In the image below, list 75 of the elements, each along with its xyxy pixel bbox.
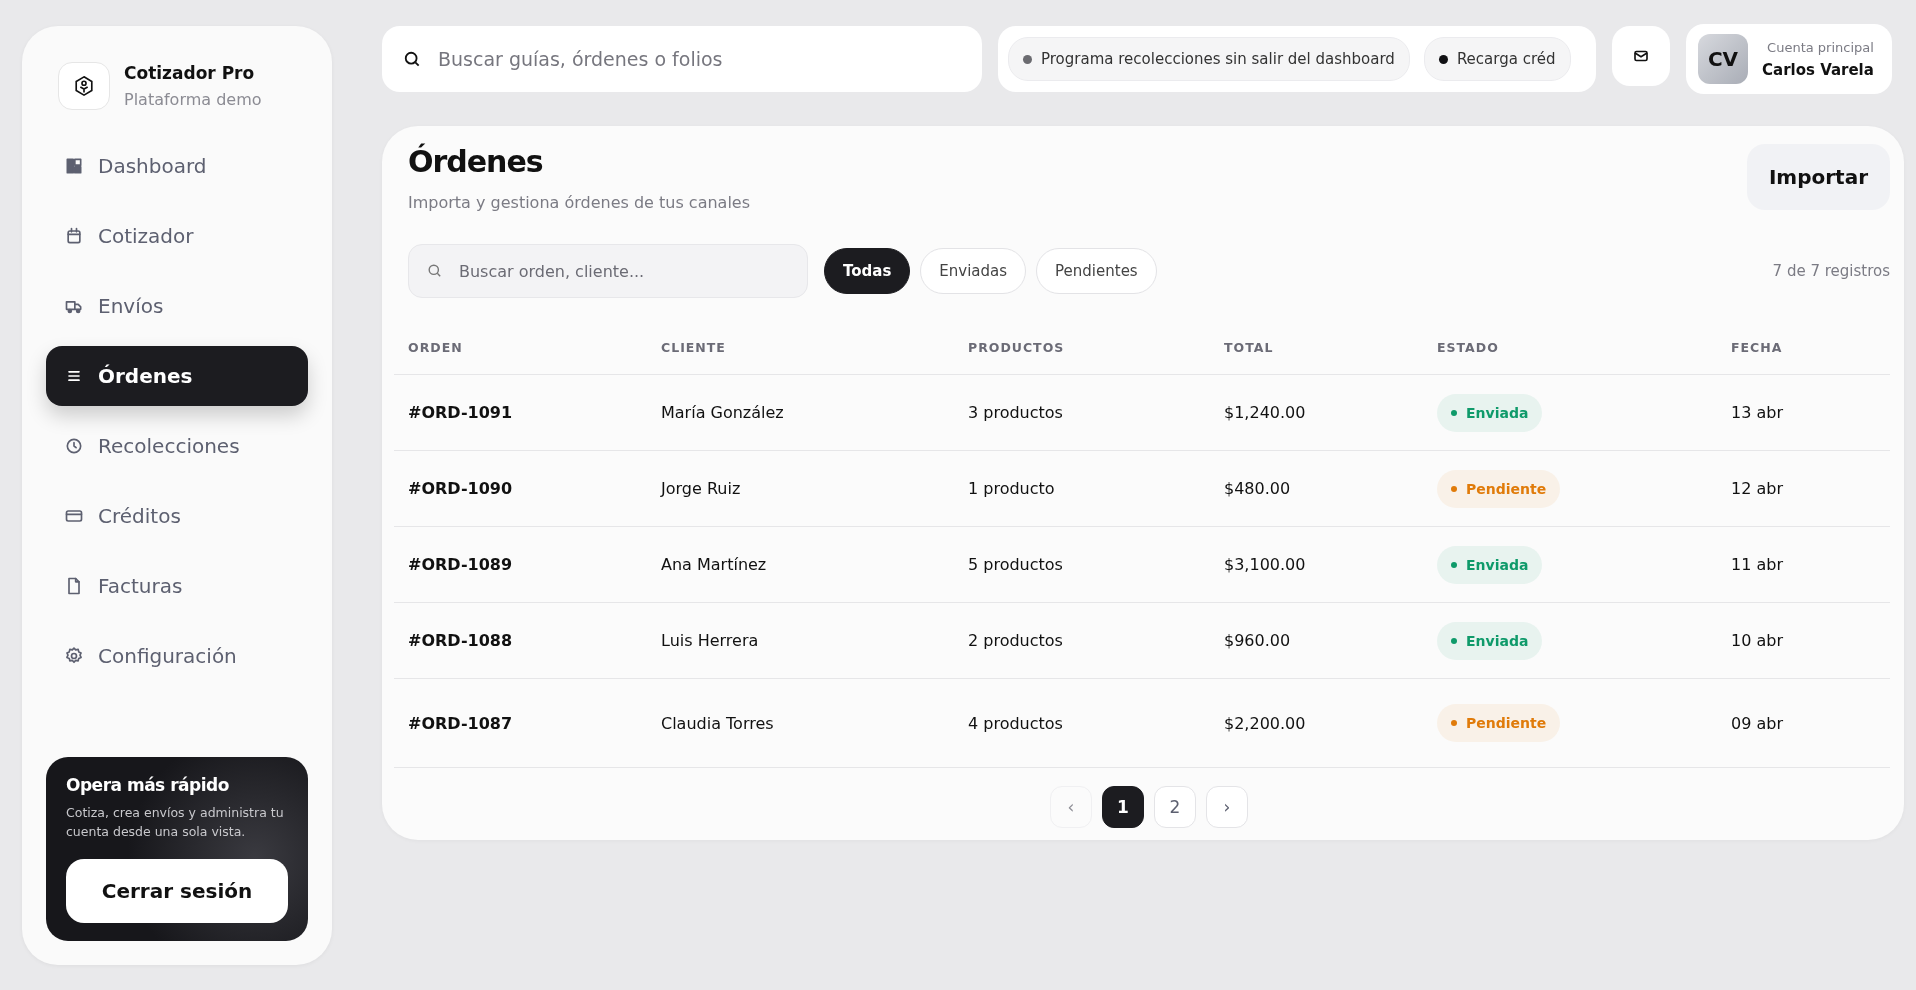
avatar: CV bbox=[1698, 34, 1748, 84]
announcement-text: Recarga créd bbox=[1456, 50, 1556, 68]
table-cell-text: 12 abr bbox=[1731, 479, 1784, 498]
status-badge: Enviada bbox=[1437, 545, 1543, 584]
page-title: Órdenes bbox=[408, 144, 544, 179]
status-badge: Pendiente bbox=[1437, 704, 1561, 742]
table-cell-text: Luis Herrera bbox=[661, 631, 760, 650]
table-cell-text: #ORD-1087 bbox=[408, 713, 514, 733]
filter-chip[interactable]: Pendientes bbox=[1036, 248, 1157, 294]
page-button[interactable]: 2 bbox=[1154, 786, 1196, 828]
column-header: TOTAL bbox=[1224, 339, 1275, 355]
logout-button[interactable]: Cerrar sesión bbox=[66, 859, 288, 923]
nav-item[interactable]: Dashboard bbox=[46, 136, 308, 196]
account-menu[interactable]: CV Cuenta principal Carlos Varela bbox=[1686, 24, 1892, 94]
brand-name: Cotizador Pro bbox=[124, 63, 256, 83]
calendar-icon bbox=[64, 226, 84, 246]
table-cell-text: 2 productos bbox=[968, 631, 1064, 650]
account-label: Cuenta principal bbox=[1767, 39, 1874, 55]
page-button[interactable]: 1 bbox=[1102, 786, 1144, 828]
page-subtitle: Importa y gestiona órdenes de tus canales bbox=[408, 193, 750, 212]
search-field[interactable]: Buscar orden, cliente... bbox=[408, 244, 808, 298]
column-header: ESTADO bbox=[1437, 339, 1500, 355]
table-cell-text: $2,200.00 bbox=[1224, 713, 1307, 733]
column-header: CLIENTE bbox=[661, 339, 727, 355]
nav-item[interactable]: Órdenes bbox=[46, 346, 308, 406]
account-name: Carlos Varela bbox=[1762, 60, 1874, 79]
status-badge: Enviada bbox=[1437, 393, 1543, 432]
record-count: 7 de 7 registros bbox=[1772, 262, 1890, 280]
table-cell-text: 3 productos bbox=[968, 403, 1064, 422]
column-header: ORDEN bbox=[408, 339, 464, 355]
table-cell-text: 4 productos bbox=[968, 713, 1064, 733]
table-cell-text: Jorge Ruiz bbox=[661, 479, 742, 498]
nav-item[interactable]: Cotizador bbox=[46, 206, 308, 266]
table-cell-text: $960.00 bbox=[1224, 631, 1292, 650]
nav-item[interactable]: Configuración bbox=[46, 626, 308, 686]
promo-title: Opera más rápido bbox=[66, 775, 230, 795]
clock-icon bbox=[64, 436, 84, 456]
table-cell-text: #ORD-1090 bbox=[408, 479, 514, 498]
nav-item[interactable]: Créditos bbox=[46, 486, 308, 546]
search-icon bbox=[402, 49, 422, 69]
filter-chip[interactable]: Todas bbox=[824, 248, 911, 294]
column-header: PRODUCTOS bbox=[968, 339, 1066, 355]
promo-text: Cotiza, crea envíos y administra tu cuenta desde una sola vista. bbox=[66, 804, 285, 841]
table-cell-text: 10 abr bbox=[1731, 631, 1784, 650]
mail-button[interactable] bbox=[1612, 26, 1670, 86]
table-cell-text: $3,100.00 bbox=[1224, 555, 1307, 574]
nav-item[interactable]: Envíos bbox=[46, 276, 308, 336]
table-cell-text: Claudia Torres bbox=[661, 713, 775, 733]
table-cell-text: $480.00 bbox=[1224, 479, 1292, 498]
next-page-button[interactable]: › bbox=[1206, 786, 1248, 828]
settings-icon bbox=[64, 646, 84, 666]
table-cell-text: #ORD-1091 bbox=[408, 403, 514, 422]
table-cell-text: #ORD-1088 bbox=[408, 631, 514, 650]
search-field[interactable]: Buscar guías, órdenes o folios bbox=[382, 26, 982, 92]
announcement-text: Programa recolecciones sin salir del dashboard bbox=[1041, 50, 1395, 68]
table-cell-text: 13 abr bbox=[1731, 403, 1784, 422]
status-badge: Enviada bbox=[1437, 621, 1543, 660]
table-cell-text: 09 abr bbox=[1731, 713, 1784, 733]
import-button[interactable]: Importar bbox=[1746, 144, 1890, 210]
table-cell-text: 11 abr bbox=[1731, 555, 1784, 574]
nav-item[interactable]: Facturas bbox=[46, 556, 308, 616]
logo-icon bbox=[58, 62, 110, 110]
search-icon bbox=[426, 262, 443, 279]
column-header: FECHA bbox=[1731, 339, 1784, 355]
brand-subtitle: Plataforma demo bbox=[124, 90, 262, 109]
table-cell-text: Ana Martínez bbox=[661, 555, 768, 574]
grid-icon bbox=[64, 156, 84, 176]
status-badge: Pendiente bbox=[1437, 469, 1561, 508]
filter-chip[interactable]: Enviadas bbox=[920, 248, 1027, 294]
table-cell-text: $1,240.00 bbox=[1224, 403, 1307, 422]
table-cell-text: María González bbox=[661, 403, 785, 422]
table-cell-text: 5 productos bbox=[968, 555, 1064, 574]
table-cell-text: #ORD-1089 bbox=[408, 555, 514, 574]
table-cell-text: 1 producto bbox=[968, 479, 1056, 498]
nav-item[interactable]: Recolecciones bbox=[46, 416, 308, 476]
